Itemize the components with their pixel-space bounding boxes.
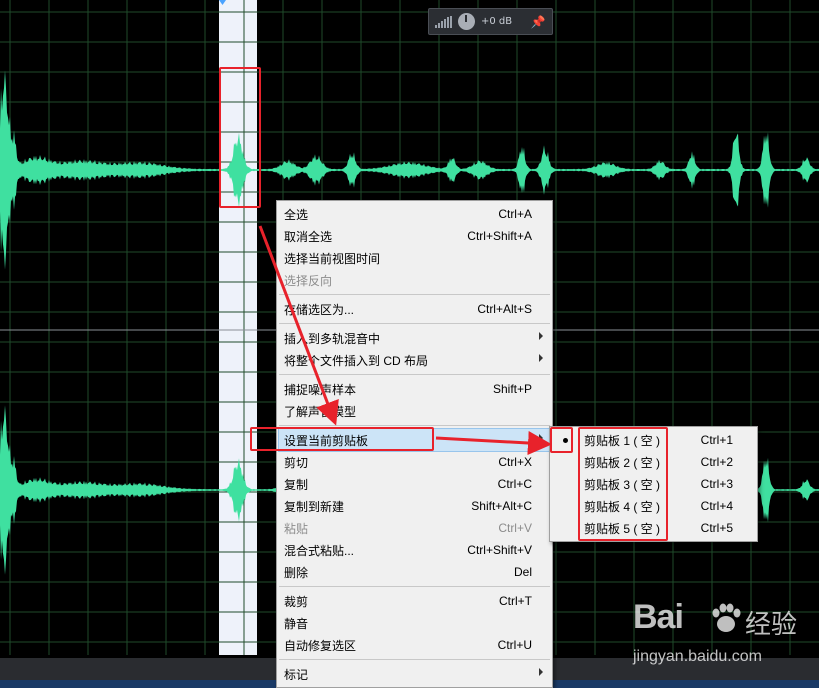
menu-item-label: 裁剪 — [284, 594, 309, 609]
menu-item: 选择反向 — [279, 269, 550, 291]
menu-item-shortcut: Ctrl+X — [498, 455, 532, 469]
submenu-arrow-icon — [539, 354, 543, 362]
menu-separator — [279, 425, 550, 426]
menu-item-shortcut: Shift+P — [492, 382, 532, 396]
pin-icon[interactable]: 📌 — [530, 14, 546, 30]
menu-item-label: 剪切 — [284, 455, 309, 470]
menu-item-label: 全选 — [284, 207, 309, 222]
menu-item-label: 插入到多轨混音中 — [284, 331, 381, 346]
menu-item-label: 粘贴 — [284, 521, 309, 536]
clipboard-item-label: 剪贴板 1 ( 空 ) — [584, 433, 661, 448]
menu-separator — [279, 659, 550, 660]
menu-item[interactable]: 插入到多轨混音中 — [279, 327, 550, 349]
menu-item-label: 选择当前视图时间 — [284, 251, 381, 266]
menu-item[interactable]: 复制到新建 Shift+Alt+C — [279, 495, 550, 517]
clipboard-submenu: 剪贴板 1 ( 空 ) Ctrl+1 剪贴板 2 ( 空 ) Ctrl+2 剪贴板 3 … — [549, 426, 758, 542]
menu-item[interactable]: 全选 Ctrl+A — [279, 203, 550, 225]
menu-item-shortcut: Ctrl+V — [498, 521, 532, 535]
clipboard-item[interactable]: 剪贴板 5 ( 空 ) Ctrl+5 — [552, 517, 755, 539]
menu-item-shortcut: Shift+Alt+C — [471, 499, 532, 513]
menu-item-label: 自动修复选区 — [284, 638, 357, 653]
menu-item[interactable]: 删除 Del — [279, 561, 550, 583]
radio-bullet-icon — [563, 438, 568, 443]
menu-item-label: 取消全选 — [284, 229, 333, 244]
baidu-watermark: Bai 经验 jingyan.baidu.com — [633, 598, 813, 678]
menu-item[interactable]: 标记 — [279, 663, 550, 685]
menu-item-label: 混合式粘贴... — [284, 543, 355, 558]
paw-icon — [712, 603, 741, 632]
menu-item-shortcut: Del — [513, 565, 532, 579]
clipboard-item-shortcut: Ctrl+4 — [700, 499, 733, 513]
menu-item-label: 选择反向 — [284, 273, 333, 288]
submenu-arrow-icon — [539, 668, 543, 676]
menu-item-label: 静音 — [284, 616, 309, 631]
menu-item-label: 存储选区为... — [284, 302, 355, 317]
menu-item-shortcut: Ctrl+Shift+V — [467, 543, 532, 557]
menu-item[interactable]: 自动修复选区 Ctrl+U — [279, 634, 550, 656]
menu-item-label: 了解声音模型 — [284, 404, 357, 419]
level-meter-icon — [435, 15, 452, 28]
gain-knob[interactable] — [458, 13, 475, 30]
menu-separator — [279, 374, 550, 375]
context-menu: 全选 Ctrl+A 取消全选 Ctrl+Shift+A 选择当前视图时间 选择反向存储选区… — [276, 200, 553, 688]
menu-item[interactable]: 将整个文件插入到 CD 布局 — [279, 349, 550, 371]
menu-item-shortcut: Ctrl+U — [497, 638, 532, 652]
submenu-arrow-icon — [539, 332, 543, 340]
menu-item[interactable]: 取消全选 Ctrl+Shift+A — [279, 225, 550, 247]
clipboard-item-shortcut: Ctrl+3 — [700, 477, 733, 491]
gain-hud: +0 dB 📌 — [428, 8, 553, 35]
clipboard-item-shortcut: Ctrl+2 — [700, 455, 733, 469]
clipboard-item[interactable]: 剪贴板 2 ( 空 ) Ctrl+2 — [552, 451, 755, 473]
menu-separator — [279, 323, 550, 324]
watermark-brand-cn: 经验 — [745, 610, 798, 640]
menu-item-label: 设置当前剪贴板 — [284, 433, 369, 448]
menu-item-shortcut: Ctrl+Alt+S — [477, 302, 532, 316]
menu-item-label: 删除 — [284, 565, 309, 580]
clipboard-item[interactable]: 剪贴板 1 ( 空 ) Ctrl+1 — [552, 429, 755, 451]
clipboard-item-shortcut: Ctrl+5 — [700, 521, 733, 535]
time-selection — [219, 0, 257, 655]
menu-item[interactable]: 设置当前剪贴板 — [278, 428, 551, 452]
menu-item[interactable]: 裁剪 Ctrl+T — [279, 590, 550, 612]
menu-item-label: 将整个文件插入到 CD 布局 — [284, 353, 429, 368]
menu-item[interactable]: 混合式粘贴... Ctrl+Shift+V — [279, 539, 550, 561]
menu-item-shortcut: Ctrl+T — [499, 594, 532, 608]
menu-item-shortcut: Ctrl+Shift+A — [467, 229, 532, 243]
menu-item-shortcut: Ctrl+A — [498, 207, 532, 221]
clipboard-item-label: 剪贴板 2 ( 空 ) — [584, 455, 661, 470]
watermark-brand: Bai — [633, 598, 684, 636]
menu-item[interactable]: 静音 — [279, 612, 550, 634]
clipboard-item[interactable]: 剪贴板 3 ( 空 ) Ctrl+3 — [552, 473, 755, 495]
menu-item[interactable]: 复制 Ctrl+C — [279, 473, 550, 495]
menu-item-label: 复制到新建 — [284, 499, 345, 514]
clipboard-item-label: 剪贴板 4 ( 空 ) — [584, 499, 661, 514]
menu-item[interactable]: 剪切 Ctrl+X — [279, 451, 550, 473]
watermark-url: jingyan.baidu.com — [633, 648, 762, 665]
menu-item-shortcut: Ctrl+C — [497, 477, 532, 491]
clipboard-item-label: 剪贴板 3 ( 空 ) — [584, 477, 661, 492]
menu-item[interactable]: 了解声音模型 — [279, 400, 550, 422]
clipboard-item[interactable]: 剪贴板 4 ( 空 ) Ctrl+4 — [552, 495, 755, 517]
menu-item-label: 复制 — [284, 477, 309, 492]
menu-separator — [279, 586, 550, 587]
menu-item[interactable]: 捕捉噪声样本 Shift+P — [279, 378, 550, 400]
menu-item[interactable]: 选择当前视图时间 — [279, 247, 550, 269]
clipboard-item-shortcut: Ctrl+1 — [700, 433, 733, 447]
menu-item: 粘贴 Ctrl+V — [279, 517, 550, 539]
gain-value: +0 dB — [481, 16, 513, 27]
menu-separator — [279, 294, 550, 295]
submenu-arrow-icon — [539, 434, 543, 442]
menu-item-label: 标记 — [284, 667, 309, 682]
clipboard-item-label: 剪贴板 5 ( 空 ) — [584, 521, 661, 536]
menu-item-label: 捕捉噪声样本 — [284, 382, 357, 397]
menu-item[interactable]: 存储选区为... Ctrl+Alt+S — [279, 298, 550, 320]
